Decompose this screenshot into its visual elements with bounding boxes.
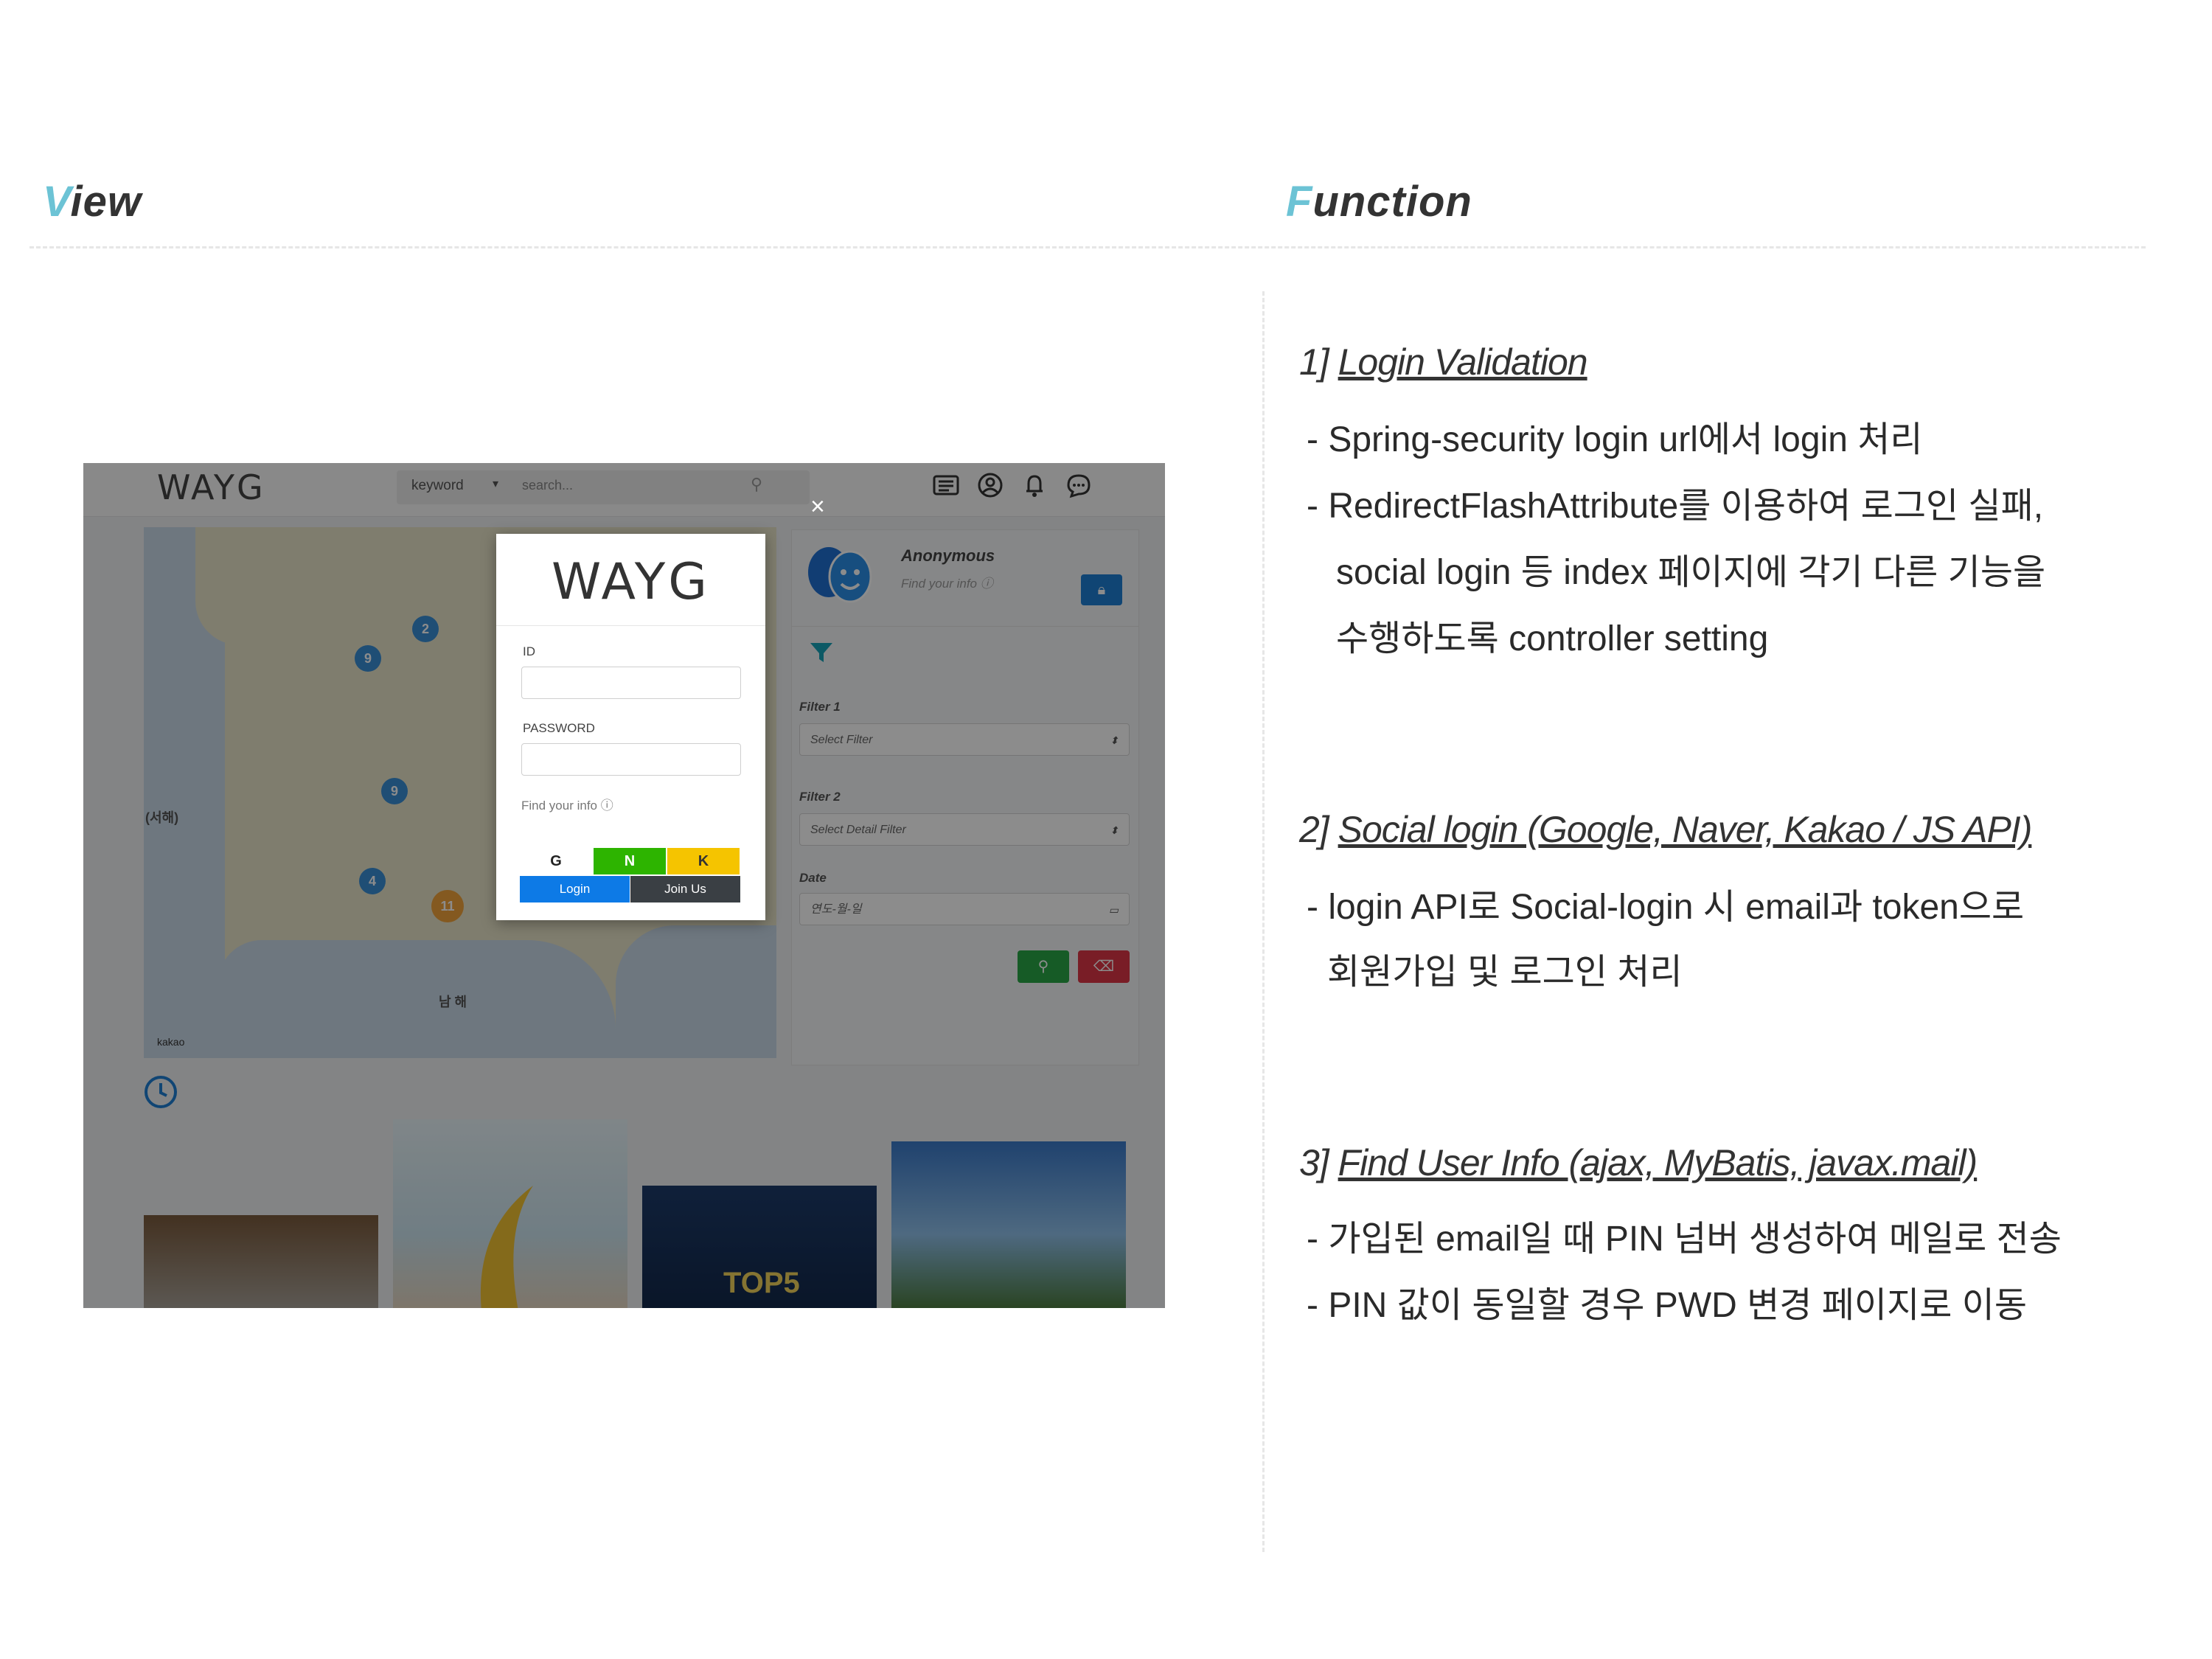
modal-logo: WAYG [552, 553, 710, 611]
view-heading-rest: iew [70, 178, 142, 226]
function-number-1: 1] [1299, 341, 1329, 383]
function-title-1: 1] Login Validation [1299, 341, 1588, 383]
function-title-text-3: Find User Info (ajax, MyBatis, javax.mai… [1338, 1142, 1978, 1183]
app-screenshot: WAYG keyword ▾ search... ⚲ 2 9 9 4 11 (서… [83, 463, 1165, 1308]
function-2-line: 회원가입 및 로그인 처리 [1327, 953, 1683, 992]
view-heading-initial: V [43, 178, 71, 226]
function-1-line: social login 등 index 페이지에 각기 다른 기능을 [1336, 553, 2046, 592]
modal-divider [496, 625, 765, 626]
login-modal: WAYG ID PASSWORD Find your info ⓘ G N K … [496, 534, 765, 920]
find-info-link[interactable]: Find your info ⓘ [521, 795, 613, 813]
vertical-divider [1262, 291, 1265, 1552]
function-title-2: 2] Social login (Google, Naver, Kakao / … [1299, 808, 2033, 851]
function-1-line: - Spring-security login url에서 login 처리 [1307, 420, 1923, 459]
naver-login-button[interactable]: N [594, 848, 666, 874]
function-heading-rest: unction [1312, 178, 1472, 226]
function-heading-initial: F [1286, 178, 1313, 226]
function-number-3: 3] [1299, 1142, 1329, 1183]
id-label: ID [523, 644, 535, 658]
function-title-text-1: Login Validation [1338, 341, 1588, 383]
id-input[interactable] [521, 667, 741, 699]
close-icon[interactable]: × [810, 493, 825, 521]
login-button[interactable]: Login [520, 876, 630, 902]
function-title-3: 3] Find User Info (ajax, MyBatis, javax.… [1299, 1141, 1978, 1184]
function-number-2: 2] [1299, 809, 1329, 850]
function-1-line: - RedirectFlashAttribute를 이용하여 로그인 실패, [1307, 487, 2044, 526]
function-heading: Function [1286, 177, 1472, 226]
function-2-line: - login API로 Social-login 시 email과 token… [1307, 888, 2025, 927]
password-label: PASSWORD [523, 721, 595, 735]
join-button[interactable]: Join Us [630, 876, 740, 902]
password-input[interactable] [521, 743, 741, 776]
function-title-text-2: Social login (Google, Naver, Kakao / JS … [1338, 809, 2033, 850]
view-heading: View [43, 177, 142, 226]
kakao-login-button[interactable]: K [667, 848, 740, 874]
function-3-line: - 가입된 email일 때 PIN 넘버 생성하여 메일로 전송 [1307, 1220, 2062, 1259]
google-login-button[interactable]: G [520, 848, 592, 874]
function-1-line: 수행하도록 controller setting [1336, 619, 1769, 658]
horizontal-divider [29, 246, 2146, 248]
function-3-line: - PIN 값이 동일할 경우 PWD 변경 페이지로 이동 [1307, 1286, 2028, 1325]
